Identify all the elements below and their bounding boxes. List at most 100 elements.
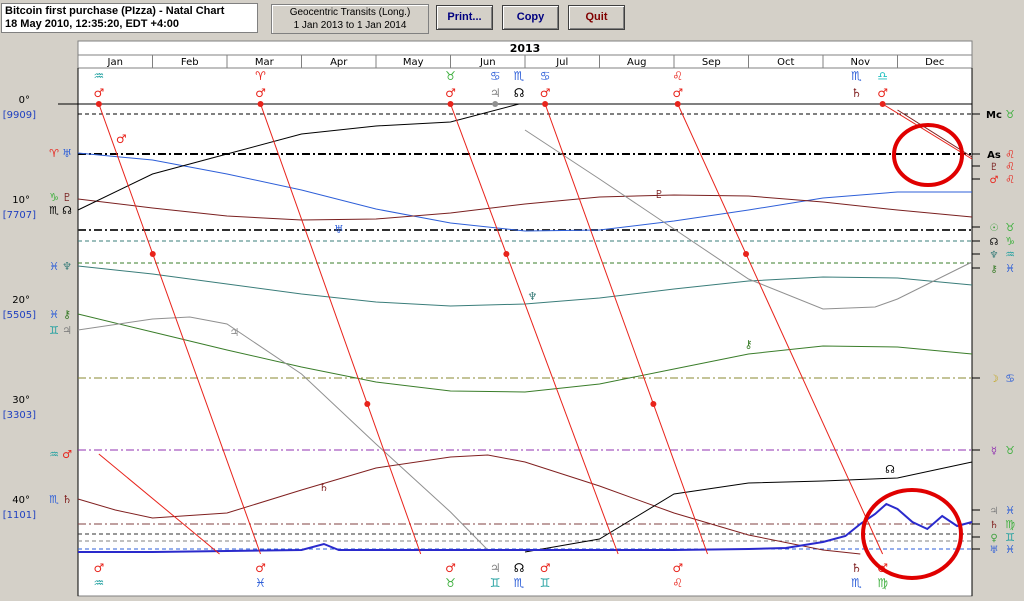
- month-label: Dec: [925, 57, 944, 68]
- bottom-planet-glyph: ♃: [490, 561, 501, 575]
- bottom-planet-glyph: ♂: [672, 561, 683, 575]
- right-sign-glyph: ♓: [1005, 543, 1015, 556]
- bottom-planet-glyph: ♂: [255, 561, 266, 575]
- month-label: Sep: [702, 57, 721, 68]
- bottom-planet-glyph: ☊: [514, 561, 525, 575]
- left-sign-glyph: ♒: [49, 448, 59, 461]
- quit-button[interactable]: Quit: [568, 5, 625, 30]
- y-tick-label: 0°: [19, 95, 30, 106]
- right-planet-glyph: ⚷: [990, 264, 997, 275]
- chiron-glyph: ⚷: [744, 338, 752, 351]
- right-sign-glyph: ♓: [1005, 262, 1015, 275]
- transit-range-box: Geocentric Transits (Long.) 1 Jan 2013 t…: [271, 4, 429, 34]
- top-planet-glyph: ♂: [445, 86, 456, 100]
- mars-dot: [743, 251, 750, 257]
- left-planet-glyph: ♇: [62, 191, 72, 204]
- left-planet-glyph: ♅: [62, 147, 72, 160]
- right-planet-glyph: ♅: [990, 545, 999, 556]
- node-glyph: ☊: [885, 463, 895, 476]
- copy-button[interactable]: Copy: [502, 5, 559, 30]
- month-label: Mar: [255, 57, 275, 68]
- right-sign-glyph: ♋: [1005, 372, 1015, 385]
- chart-datetime: 18 May 2010, 12:35:20, EDT +4:00: [5, 18, 179, 30]
- mars-top-dot: [257, 101, 264, 107]
- bottom-planet-glyph: ♂: [445, 561, 456, 575]
- bottom-sign-glyph: ♉: [445, 576, 456, 590]
- top-planet-glyph: ♂: [672, 86, 683, 100]
- top-sign-glyph: ♒: [93, 69, 104, 83]
- left-sign-glyph: ♊: [49, 324, 59, 337]
- mars-top-dot: [674, 101, 681, 107]
- left-sign-glyph: ♏: [49, 493, 59, 506]
- right-planet-glyph: ♆: [990, 250, 999, 261]
- month-label: Aug: [627, 57, 647, 68]
- top-planet-glyph: ♂: [93, 86, 104, 100]
- y-price-label: [9909]: [3, 110, 36, 121]
- bottom-planet-glyph: ♄: [851, 561, 862, 575]
- bottom-planet-glyph: ♂: [540, 561, 551, 575]
- top-sign-glyph: ♉: [445, 69, 456, 83]
- right-sign-glyph: ♑: [1005, 235, 1015, 248]
- right-planet-glyph: Mc: [986, 110, 1002, 121]
- bottom-sign-glyph: ♌: [672, 576, 683, 590]
- top-sign-glyph: ♎: [877, 69, 888, 83]
- month-label: Jan: [107, 57, 123, 68]
- right-sign-glyph: ♍: [1005, 518, 1015, 531]
- year-label: 2013: [510, 42, 541, 55]
- month-label: Oct: [777, 57, 794, 68]
- right-sign-glyph: ♒: [1005, 248, 1015, 261]
- transit-type: Geocentric Transits (Long.): [289, 7, 411, 18]
- month-label: May: [403, 57, 424, 68]
- y-tick-label: 10°: [12, 195, 30, 206]
- bottom-sign-glyph: ♓: [255, 576, 266, 590]
- bottom-planet-glyph: ♂: [93, 561, 104, 575]
- print-button[interactable]: Print...: [436, 5, 493, 30]
- mars-dot: [650, 401, 657, 407]
- y-tick-label: 40°: [12, 495, 30, 506]
- pluto-glyph: ♇: [654, 188, 664, 201]
- top-planet-glyph: ♄: [851, 86, 862, 100]
- left-sign-glyph: ♈: [49, 147, 59, 160]
- month-label: Feb: [181, 57, 199, 68]
- left-sign-glyph: ♑: [49, 191, 59, 204]
- mars-dot: [364, 401, 371, 407]
- left-planet-glyph: ♃: [62, 324, 72, 337]
- right-sign-glyph: ♉: [1005, 108, 1015, 121]
- bottom-sign-glyph: ♊: [540, 576, 551, 590]
- left-planet-glyph: ♆: [62, 260, 72, 273]
- mars-top-dot: [879, 101, 886, 107]
- right-planet-glyph: ♃: [990, 506, 999, 517]
- right-planet-glyph: ♀: [990, 533, 997, 544]
- bottom-sign-glyph: ♊: [490, 576, 501, 590]
- bottom-sign-glyph: ♍: [877, 576, 888, 590]
- top-sign-glyph: ♈: [255, 69, 266, 83]
- left-planet-glyph: ⚷: [63, 308, 71, 321]
- month-label: Jul: [555, 57, 568, 68]
- neptune-glyph: ♆: [528, 290, 538, 303]
- left-planet-glyph: ☊: [62, 204, 72, 217]
- bottom-sign-glyph: ♏: [851, 576, 862, 590]
- mars-dot: [503, 251, 510, 257]
- top-sign-glyph: ♋: [490, 69, 501, 83]
- y-price-label: [5505]: [3, 310, 36, 321]
- y-price-label: [1101]: [3, 510, 36, 521]
- chart-name: Bitcoin first purchase (PIzza) - Natal C…: [5, 5, 225, 17]
- top-planet-glyph: ♂: [255, 86, 266, 100]
- mars-top-dot: [447, 101, 454, 107]
- top-planet-glyph: ♂: [540, 86, 551, 100]
- top-sign-glyph: ♏: [851, 69, 862, 83]
- right-planet-glyph: As: [987, 150, 1001, 161]
- y-tick-label: 30°: [12, 395, 30, 406]
- right-planet-glyph: ☊: [990, 237, 999, 248]
- y-tick-label: 20°: [12, 295, 30, 306]
- left-sign-glyph: ♓: [49, 308, 59, 321]
- y-price-label: [3303]: [3, 410, 36, 421]
- left-sign-glyph: ♓: [49, 260, 59, 273]
- jupiter-dot: [492, 101, 499, 107]
- mars-top-dot: [95, 101, 102, 107]
- jupiter-glyph: ♃: [230, 326, 240, 339]
- bottom-sign-glyph: ♏: [514, 576, 525, 590]
- transit-chart: 2013 Jan Feb Mar Apr May Jun Jul Aug Sep Oct Nov Dec…: [0, 38, 1024, 601]
- top-planet-glyph: ☊: [514, 86, 525, 100]
- chart-header: Bitcoin first purchase (PIzza) - Natal C…: [1, 3, 258, 33]
